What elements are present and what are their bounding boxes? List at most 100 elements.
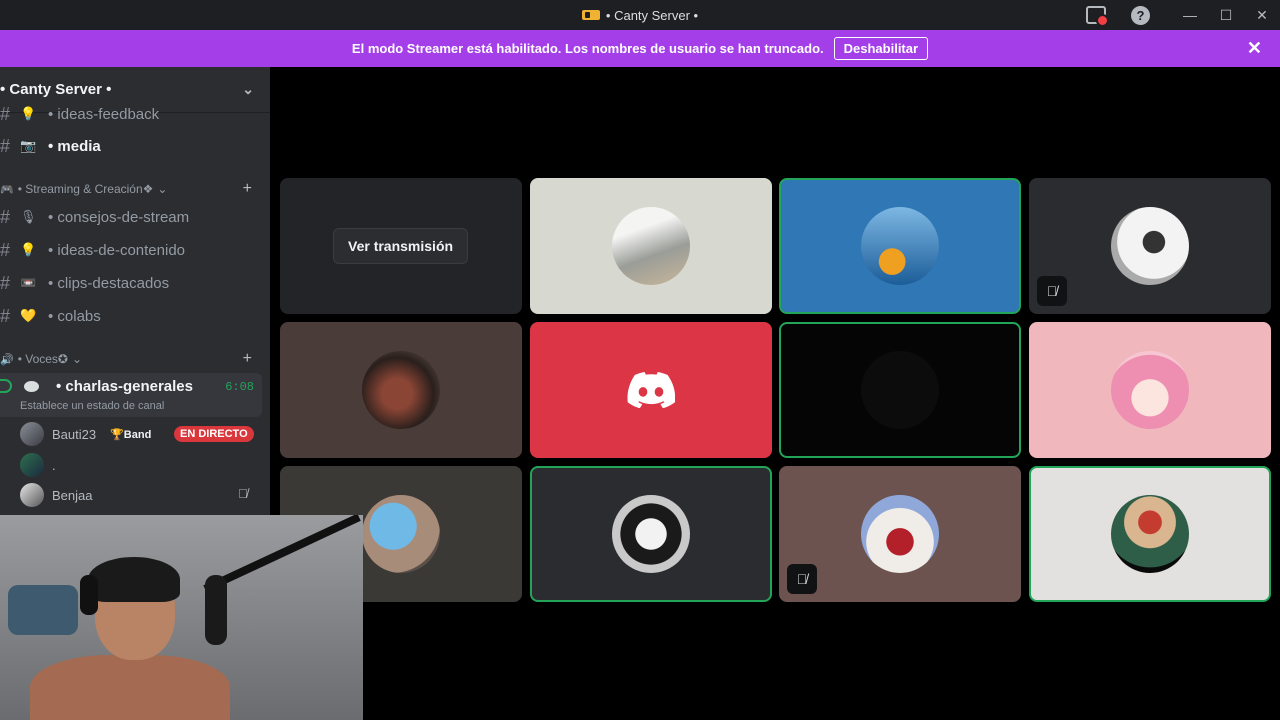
- category-label: • Streaming & Creación❖: [17, 182, 154, 196]
- channel-label: • consejos-de-stream: [48, 208, 190, 226]
- discord-logo-icon: [627, 372, 675, 408]
- member-name: .: [52, 457, 56, 473]
- member-name: Benjaa: [52, 487, 93, 503]
- participant-tile[interactable]: [280, 322, 522, 458]
- participant-tile[interactable]: [779, 322, 1021, 458]
- participant-tile[interactable]: 🎙̸: [1029, 178, 1271, 314]
- channel-media[interactable]: # 📷 • media: [0, 131, 270, 161]
- voice-member[interactable]: .: [20, 453, 260, 477]
- avatar: [1111, 495, 1189, 573]
- window-controls: — ☐ ✕: [1172, 0, 1280, 30]
- channel-label: • colabs: [48, 307, 101, 325]
- stream-tile[interactable]: Ver transmisión: [280, 178, 522, 314]
- channel-emoji: 🎙: [20, 209, 37, 224]
- server-icon: [581, 10, 600, 20]
- window-title-text: • Canty Server •: [605, 7, 699, 23]
- server-name: • Canty Server •: [0, 81, 112, 98]
- webcam-pillow: [8, 585, 78, 635]
- avatar: [1111, 351, 1189, 429]
- webcam-person-hair: [88, 557, 180, 602]
- webcam-person-body: [30, 655, 230, 720]
- webcam-overlay: [0, 515, 363, 720]
- inbox-icon[interactable]: [1086, 6, 1109, 27]
- video-grid: Ver transmisión 🎙̸ 🎙̸: [280, 178, 1272, 602]
- avatar: [20, 453, 44, 477]
- participant-tile[interactable]: [779, 178, 1021, 314]
- hash-icon: #: [0, 135, 11, 156]
- speaker-icon: 🔊: [0, 353, 14, 366]
- chevron-down-icon[interactable]: ⌄: [242, 81, 254, 98]
- hash-icon: #: [0, 103, 11, 124]
- participant-tile[interactable]: [1029, 322, 1271, 458]
- category-label: • Voces✪: [17, 352, 68, 366]
- voice-timer: 6:08: [225, 380, 254, 394]
- channel-label: • media: [48, 137, 101, 155]
- avatar: [612, 207, 690, 285]
- category-icon: 🎮: [0, 183, 14, 196]
- maximize-icon[interactable]: ☐: [1208, 0, 1244, 30]
- channel-emoji: 📷: [20, 138, 37, 153]
- help-icon[interactable]: ?: [1131, 6, 1150, 25]
- member-name: Bauti23: [52, 426, 97, 442]
- voice-member[interactable]: Benjaa 🎙̸: [20, 483, 260, 507]
- voice-member[interactable]: Bauti23 🏆Band EN DIRECTO: [20, 422, 260, 446]
- hash-icon: #: [0, 272, 11, 293]
- set-channel-status[interactable]: Establece un estado de canal: [20, 400, 164, 412]
- avatar: [612, 495, 690, 573]
- muted-mic-icon: 🎙̸: [787, 564, 817, 594]
- headset: [80, 575, 98, 615]
- channel-label: • clips-destacados: [48, 274, 170, 292]
- voice-channel-charlas-generales[interactable]: • charlas-generales 6:08 Establece un es…: [0, 373, 262, 417]
- participant-tile[interactable]: [530, 466, 772, 602]
- channel-emoji: 💡: [20, 242, 37, 257]
- close-banner-icon[interactable]: ✕: [1247, 38, 1262, 59]
- window-title: • Canty Server •: [581, 7, 699, 23]
- avatar: [362, 495, 440, 573]
- channel-label: • ideas-de-contenido: [48, 241, 186, 259]
- live-badge: EN DIRECTO: [174, 426, 254, 442]
- category-voice[interactable]: 🔊 • Voces✪ ⌄ +: [0, 348, 270, 370]
- participant-tile[interactable]: [530, 322, 772, 458]
- avatar: [861, 495, 939, 573]
- participant-tile[interactable]: 🎙̸: [779, 466, 1021, 602]
- chevron-down-icon: ⌄: [71, 352, 83, 366]
- banner-message: El modo Streamer está habilitado. Los no…: [351, 41, 824, 56]
- close-window-icon[interactable]: ✕: [1244, 0, 1280, 30]
- avatar: [20, 422, 44, 446]
- voice-channel-label: • charlas-generales: [56, 378, 193, 395]
- avatar: [1111, 207, 1189, 285]
- channel-label: • ideas-feedback: [48, 105, 160, 123]
- speech-bubble-icon: [24, 381, 39, 392]
- participant-tile[interactable]: [1029, 466, 1271, 602]
- channel-ideas-feedback[interactable]: # 💡 • ideas-feedback: [0, 99, 270, 129]
- channel-consejos-de-stream[interactable]: # 🎙 • consejos-de-stream: [0, 202, 270, 232]
- avatar: [861, 207, 939, 285]
- title-bar: • Canty Server • ? — ☐ ✕: [0, 0, 1280, 30]
- hash-icon: #: [0, 239, 11, 260]
- streamer-mode-banner: El modo Streamer está habilitado. Los no…: [0, 30, 1280, 67]
- muted-mic-icon: 🎙̸: [1037, 276, 1067, 306]
- category-streaming[interactable]: 🎮 • Streaming & Creación❖ ⌄ +: [0, 178, 270, 200]
- muted-mic-icon: 🎙̸: [238, 486, 248, 501]
- avatar: [362, 351, 440, 429]
- watch-stream-button[interactable]: Ver transmisión: [333, 228, 469, 264]
- minimize-icon[interactable]: —: [1172, 0, 1208, 30]
- channel-ideas-de-contenido[interactable]: # 💡 • ideas-de-contenido: [0, 235, 270, 265]
- hash-icon: #: [0, 305, 11, 326]
- member-badge: 🏆Band: [110, 428, 152, 441]
- chevron-down-icon: ⌄: [157, 182, 168, 196]
- microphone: [205, 575, 227, 645]
- voice-connected-icon: [0, 379, 12, 393]
- add-channel-icon[interactable]: +: [243, 350, 252, 368]
- channel-emoji: 💡: [20, 106, 37, 121]
- hash-icon: #: [0, 206, 11, 227]
- add-channel-icon[interactable]: +: [243, 180, 252, 198]
- channel-emoji: 📼: [20, 275, 37, 290]
- channel-emoji: 💛: [20, 308, 37, 323]
- channel-clips-destacados[interactable]: # 📼 • clips-destacados: [0, 268, 270, 298]
- disable-streamer-button[interactable]: Deshabilitar: [833, 37, 929, 60]
- avatar: [861, 351, 939, 429]
- participant-tile[interactable]: [530, 178, 772, 314]
- avatar: [20, 483, 44, 507]
- channel-colabs[interactable]: # 💛 • colabs: [0, 301, 270, 331]
